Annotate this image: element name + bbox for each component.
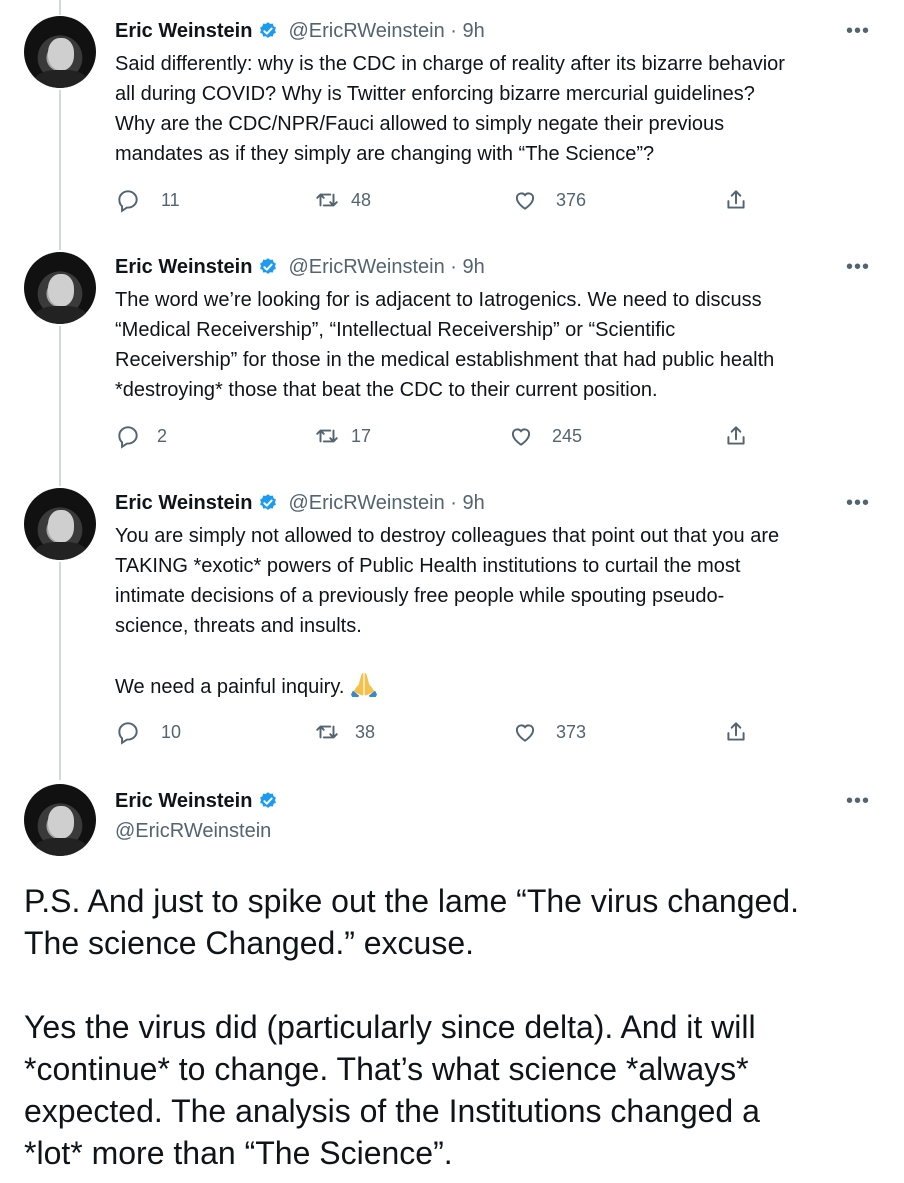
retweet-icon [316, 429, 338, 443]
more-options-icon[interactable]: ••• [846, 492, 870, 515]
share-button[interactable] [723, 187, 749, 213]
tweet-text: The word we’re looking for is adjacent t… [115, 285, 885, 405]
tweet-actions: 11 48 376 [115, 187, 765, 217]
tweet-text-line: “Medical Receivership”, “Intellectual Re… [115, 319, 676, 341]
avatar[interactable] [24, 784, 96, 856]
reply-count: 2 [157, 425, 168, 446]
retweet-button[interactable]: 48 [313, 187, 371, 213]
share-button[interactable] [723, 719, 749, 745]
handle-and-time[interactable]: @EricRWeinstein · 9h [288, 492, 484, 515]
share-icon [727, 426, 745, 445]
retweet-button[interactable]: 38 [313, 719, 375, 745]
retweet-button[interactable]: 17 [313, 423, 371, 449]
tweet-text-line: intimate decisions of a previously free … [115, 585, 725, 607]
tweet-header: Eric Weinstein @EricRWeinstein · 9h [115, 490, 485, 516]
tweet-text-line: *lot* more than “The Science”. [24, 1135, 453, 1171]
main-tweet-text: P.S. And just to spike out the lame “The… [24, 880, 884, 1174]
tweet-header: Eric Weinstein @EricRWeinstein · 9h [115, 254, 485, 280]
verified-badge-icon [260, 258, 277, 274]
author-name[interactable]: Eric Weinstein [115, 20, 252, 43]
author-name[interactable]: Eric Weinstein [115, 790, 252, 813]
retweet-icon [316, 193, 338, 207]
verified-badge-icon [260, 494, 277, 510]
tweet-text-line: We need a painful inquiry. [115, 671, 885, 702]
heart-icon [515, 192, 535, 210]
reply-count: 11 [161, 189, 180, 210]
share-icon [727, 722, 745, 741]
tweet-text-line: science, threats and insults. [115, 615, 362, 637]
tweet-header: Eric Weinstein [115, 788, 278, 814]
reply-button[interactable]: 2 [115, 423, 167, 449]
like-count: 373 [556, 721, 587, 742]
tweet[interactable]: Eric Weinstein @EricRWeinstein · 9h ••• … [0, 472, 904, 768]
retweet-count: 48 [351, 189, 372, 210]
retweet-count: 38 [355, 721, 376, 742]
tweet-text: Said differently: why is the CDC in char… [115, 49, 885, 169]
tweet-text: You are simply not allowed to destroy co… [115, 521, 885, 702]
tweet-header: Eric Weinstein @EricRWeinstein · 9h [115, 18, 485, 44]
reply-icon [118, 426, 138, 449]
tweet-text-line: The science Changed.” excuse. [24, 925, 475, 961]
author-handle[interactable]: @EricRWeinstein [115, 820, 271, 843]
handle-and-time[interactable]: @EricRWeinstein · 9h [288, 20, 484, 43]
reply-button[interactable]: 11 [115, 187, 180, 213]
like-count: 245 [552, 425, 583, 446]
like-count: 376 [556, 189, 587, 210]
tweet-text-line: all during COVID? Why is Twitter enforci… [115, 83, 755, 105]
reply-icon [118, 722, 138, 745]
tweet-text-line: Receivership” for those in the medical e… [115, 349, 775, 371]
tweet-actions: 10 38 373 [115, 719, 765, 749]
tweet[interactable]: Eric Weinstein @EricRWeinstein · 9h ••• … [0, 236, 904, 472]
tweet-text-line: mandates as if they simply are changing … [115, 143, 655, 165]
like-button[interactable]: 373 [512, 719, 586, 745]
avatar[interactable] [24, 488, 96, 560]
reply-icon [118, 190, 138, 213]
share-button[interactable] [723, 423, 749, 449]
handle-and-time[interactable]: @EricRWeinstein · 9h [288, 256, 484, 279]
tweet-text-line: Said differently: why is the CDC in char… [115, 53, 785, 75]
more-options-icon[interactable]: ••• [846, 20, 870, 43]
tweet-text-line: *continue* to change. That’s what scienc… [24, 1051, 749, 1087]
folded-hands-emoji [350, 673, 377, 697]
tweet-text-line: You are simply not allowed to destroy co… [115, 525, 780, 547]
tweet-actions: 2 17 245 [115, 423, 765, 453]
tweet-text-line: P.S. And just to spike out the lame “The… [24, 883, 799, 919]
tweet-text-line: Why are the CDC/NPR/Fauci allowed to sim… [115, 113, 725, 135]
share-icon [727, 190, 745, 209]
more-options-icon[interactable]: ••• [846, 790, 870, 813]
tweet-text-line: Yes the virus did (particularly since de… [24, 1009, 756, 1045]
heart-icon [511, 428, 531, 446]
like-button[interactable]: 245 [508, 423, 582, 449]
author-name[interactable]: Eric Weinstein [115, 492, 252, 515]
tweet-text-line: The word we’re looking for is adjacent t… [115, 289, 762, 311]
author-name[interactable]: Eric Weinstein [115, 256, 252, 279]
heart-icon [515, 724, 535, 742]
main-tweet[interactable]: Eric Weinstein @EricRWeinstein ••• P.S. … [0, 768, 904, 1183]
like-button[interactable]: 376 [512, 187, 586, 213]
tweet-text-line: *destroying* those that beat the CDC to … [115, 379, 658, 401]
retweet-icon [316, 725, 338, 739]
more-options-icon[interactable]: ••• [846, 256, 870, 279]
reply-button[interactable]: 10 [115, 719, 181, 745]
retweet-count: 17 [351, 425, 372, 446]
avatar[interactable] [24, 16, 96, 88]
reply-count: 10 [161, 721, 182, 742]
avatar[interactable] [24, 252, 96, 324]
verified-badge-icon [260, 792, 277, 808]
tweet-text-last-line: We need a painful inquiry. [115, 676, 345, 698]
tweet-thread: Eric Weinstein @EricRWeinstein · 9h ••• … [0, 0, 904, 1183]
verified-badge-icon [260, 22, 277, 38]
tweet-text-line: TAKING *exotic* powers of Public Health … [115, 555, 741, 577]
tweet[interactable]: Eric Weinstein @EricRWeinstein · 9h ••• … [0, 0, 904, 236]
tweet-text-line: expected. The analysis of the Institutio… [24, 1093, 760, 1129]
